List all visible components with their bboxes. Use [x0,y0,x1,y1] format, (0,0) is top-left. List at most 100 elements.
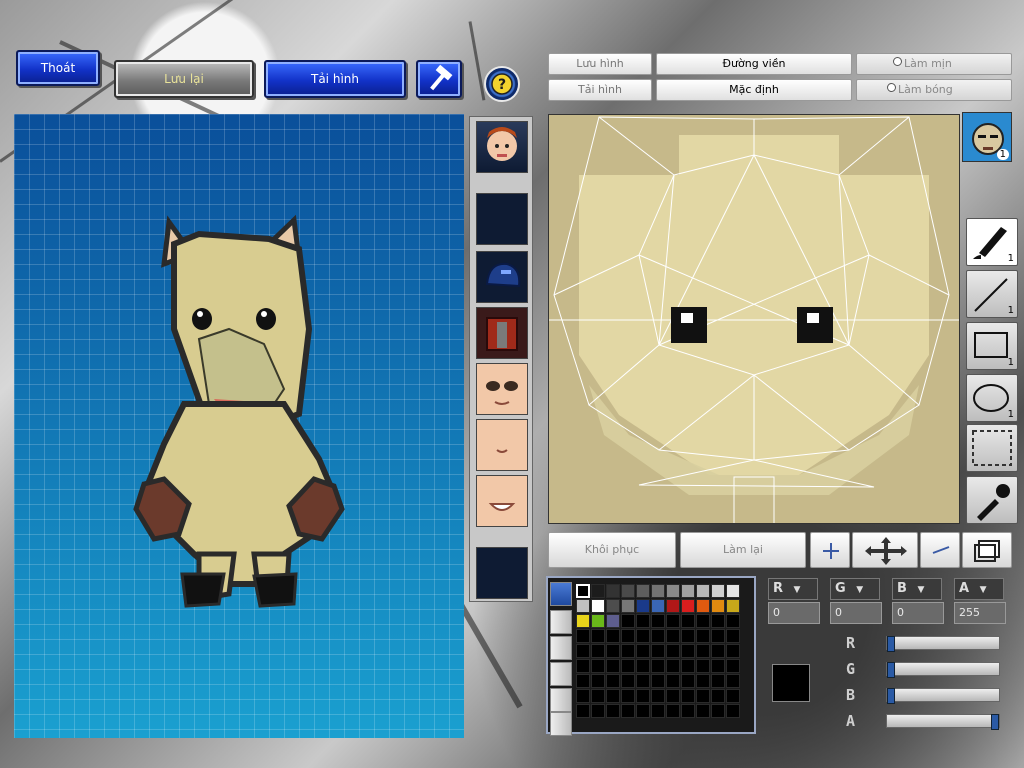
exit-button[interactable]: Thoát [16,50,100,86]
palette-swatch[interactable] [666,704,680,718]
palette-swatch[interactable] [651,644,665,658]
redo-button[interactable]: Làm lại [680,532,806,568]
a-value-field[interactable]: 255 [954,602,1006,624]
a-channel-select[interactable]: A ▼ [954,578,1004,600]
zoom-out-button[interactable] [920,532,960,568]
part-slot-helmet[interactable] [476,251,528,303]
palette-swatch[interactable] [651,659,665,673]
line-tool[interactable]: 1 [966,270,1018,318]
hammer-button[interactable] [416,60,462,98]
palette-swatch[interactable] [726,659,740,673]
palette-swatch[interactable] [711,704,725,718]
palette-swatch[interactable] [681,629,695,643]
palette-swatch[interactable] [666,674,680,688]
palette-swatch[interactable] [651,614,665,628]
palette-swatch[interactable] [681,599,695,613]
part-slot-face-mouth[interactable] [476,419,528,471]
palette-swatch[interactable] [576,614,590,628]
palette-swatch[interactable] [606,644,620,658]
palette-swatch[interactable] [726,584,740,598]
rectangle-tool[interactable]: 1 [966,322,1018,370]
palette-tab-5[interactable] [550,688,572,712]
palette-swatch[interactable] [606,629,620,643]
palette-swatch[interactable] [591,599,605,613]
tab-save-image[interactable]: Lưu hình [548,53,652,75]
select-tool[interactable] [966,424,1018,472]
palette-swatch[interactable] [651,674,665,688]
palette-swatch[interactable] [591,584,605,598]
palette-swatch[interactable] [726,704,740,718]
zoom-in-button[interactable] [810,532,850,568]
palette-swatch[interactable] [696,644,710,658]
palette-swatch[interactable] [606,659,620,673]
palette-swatch[interactable] [606,704,620,718]
part-slot-avatar[interactable] [476,121,528,173]
palette-tab-4[interactable] [550,662,572,686]
palette-swatch[interactable] [636,599,650,613]
tab-default[interactable]: Mặc định [656,79,852,101]
palette-tab-2[interactable] [550,610,572,634]
palette-swatch[interactable] [651,584,665,598]
avatar[interactable]: 1 [962,112,1012,162]
palette-swatch[interactable] [606,599,620,613]
palette-swatch[interactable] [636,614,650,628]
palette-swatch[interactable] [696,614,710,628]
palette-swatch[interactable] [726,644,740,658]
palette-swatch[interactable] [576,599,590,613]
palette-swatch[interactable] [711,584,725,598]
palette-swatch[interactable] [576,644,590,658]
palette-swatch[interactable] [726,674,740,688]
g-channel-select[interactable]: G ▼ [830,578,880,600]
palette-swatch[interactable] [681,614,695,628]
palette-swatch[interactable] [651,704,665,718]
palette-swatch[interactable] [681,674,695,688]
restore-button[interactable]: Khôi phục [548,532,676,568]
a-slider-thumb[interactable] [991,714,999,730]
palette-swatch[interactable] [636,659,650,673]
palette-swatch[interactable] [666,614,680,628]
palette-swatch[interactable] [726,629,740,643]
ellipse-tool[interactable]: 1 [966,374,1018,422]
palette-swatch[interactable] [726,599,740,613]
move-button[interactable] [852,532,918,568]
palette-swatch[interactable] [591,704,605,718]
layer-button[interactable] [962,532,1012,568]
part-slot-face-eyes[interactable] [476,363,528,415]
palette-swatch[interactable] [681,659,695,673]
option-smooth[interactable]: Làm mịn [856,53,1012,75]
load-image-button[interactable]: Tải hình [264,60,406,98]
palette-tab-3[interactable] [550,636,572,660]
palette-swatch[interactable] [666,689,680,703]
palette-swatch[interactable] [606,689,620,703]
r-slider[interactable] [886,636,1000,652]
palette-swatch[interactable] [621,629,635,643]
palette-swatch[interactable] [621,674,635,688]
palette-swatch[interactable] [576,674,590,688]
palette-swatch[interactable] [606,614,620,628]
save-button[interactable]: Lưu lại [114,60,254,98]
palette-tab-1[interactable] [550,582,572,606]
palette-swatch[interactable] [666,629,680,643]
tab-outline[interactable]: Đường viền [656,53,852,75]
palette-swatch[interactable] [696,599,710,613]
palette-swatch[interactable] [576,584,590,598]
r-slider-thumb[interactable] [887,636,895,652]
palette-swatch[interactable] [711,614,725,628]
palette-swatch[interactable] [681,644,695,658]
palette-swatch[interactable] [666,599,680,613]
color-palette-grid[interactable] [574,582,750,728]
palette-swatch[interactable] [696,704,710,718]
palette-swatch[interactable] [576,659,590,673]
palette-swatch[interactable] [621,644,635,658]
palette-swatch[interactable] [726,614,740,628]
palette-swatch[interactable] [711,689,725,703]
texture-editor-canvas[interactable] [548,114,960,524]
palette-swatch[interactable] [711,659,725,673]
palette-swatch[interactable] [606,584,620,598]
palette-swatch[interactable] [621,584,635,598]
r-value-field[interactable]: 0 [768,602,820,624]
palette-swatch[interactable] [636,644,650,658]
eyedropper-tool[interactable] [966,476,1018,524]
part-slot-empty-1[interactable] [476,193,528,245]
g-slider[interactable] [886,662,1000,678]
